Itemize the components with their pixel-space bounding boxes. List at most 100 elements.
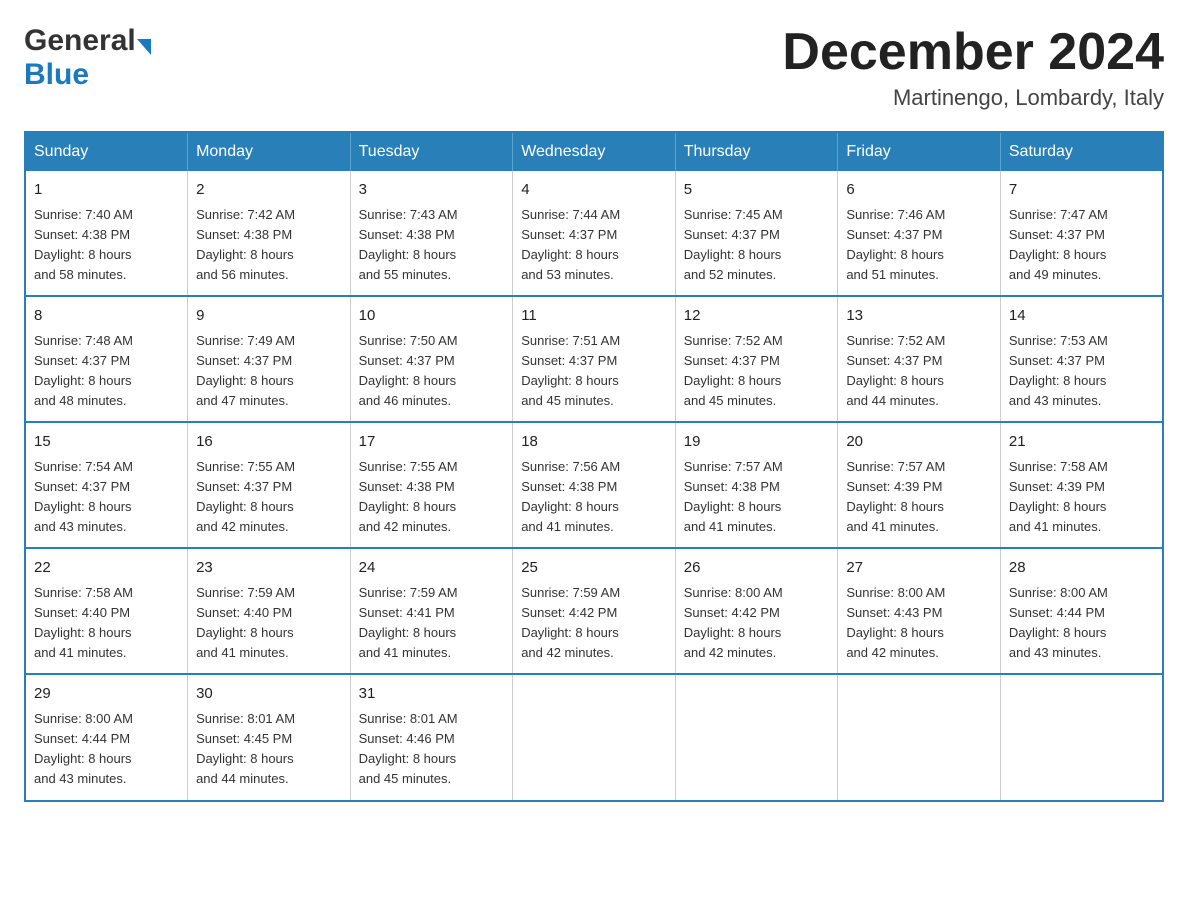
day-info: Sunrise: 7:43 AMSunset: 4:38 PMDaylight:… <box>359 205 505 286</box>
calendar-week-row: 22 Sunrise: 7:58 AMSunset: 4:40 PMDaylig… <box>25 548 1163 674</box>
day-number: 9 <box>196 305 342 328</box>
day-info: Sunrise: 7:45 AMSunset: 4:37 PMDaylight:… <box>684 205 830 286</box>
day-number: 5 <box>684 179 830 202</box>
month-title: December 2024 <box>782 24 1164 81</box>
day-number: 20 <box>846 431 992 454</box>
calendar-week-row: 8 Sunrise: 7:48 AMSunset: 4:37 PMDayligh… <box>25 296 1163 422</box>
day-number: 3 <box>359 179 505 202</box>
day-info: Sunrise: 7:56 AMSunset: 4:38 PMDaylight:… <box>521 457 667 538</box>
calendar-day-cell: 30 Sunrise: 8:01 AMSunset: 4:45 PMDaylig… <box>188 674 351 800</box>
day-number: 2 <box>196 179 342 202</box>
day-number: 8 <box>34 305 179 328</box>
calendar-day-cell: 1 Sunrise: 7:40 AMSunset: 4:38 PMDayligh… <box>25 171 188 296</box>
calendar-day-cell: 19 Sunrise: 7:57 AMSunset: 4:38 PMDaylig… <box>675 422 838 548</box>
day-info: Sunrise: 7:50 AMSunset: 4:37 PMDaylight:… <box>359 331 505 412</box>
calendar-day-cell: 15 Sunrise: 7:54 AMSunset: 4:37 PMDaylig… <box>25 422 188 548</box>
day-info: Sunrise: 7:59 AMSunset: 4:41 PMDaylight:… <box>359 583 505 664</box>
calendar-day-cell: 2 Sunrise: 7:42 AMSunset: 4:38 PMDayligh… <box>188 171 351 296</box>
day-of-week-header: Sunday <box>25 132 188 171</box>
day-number: 11 <box>521 305 667 328</box>
day-number: 23 <box>196 557 342 580</box>
day-info: Sunrise: 7:58 AMSunset: 4:39 PMDaylight:… <box>1009 457 1154 538</box>
day-info: Sunrise: 8:00 AMSunset: 4:42 PMDaylight:… <box>684 583 830 664</box>
day-info: Sunrise: 7:42 AMSunset: 4:38 PMDaylight:… <box>196 205 342 286</box>
day-number: 1 <box>34 179 179 202</box>
calendar-day-cell <box>1000 674 1163 800</box>
day-info: Sunrise: 7:40 AMSunset: 4:38 PMDaylight:… <box>34 205 179 286</box>
day-number: 30 <box>196 683 342 706</box>
day-number: 26 <box>684 557 830 580</box>
day-number: 15 <box>34 431 179 454</box>
day-info: Sunrise: 7:47 AMSunset: 4:37 PMDaylight:… <box>1009 205 1154 286</box>
calendar-header-row: SundayMondayTuesdayWednesdayThursdayFrid… <box>25 132 1163 171</box>
day-number: 22 <box>34 557 179 580</box>
calendar-day-cell: 17 Sunrise: 7:55 AMSunset: 4:38 PMDaylig… <box>350 422 513 548</box>
calendar-day-cell: 12 Sunrise: 7:52 AMSunset: 4:37 PMDaylig… <box>675 296 838 422</box>
calendar-day-cell <box>675 674 838 800</box>
day-of-week-header: Wednesday <box>513 132 676 171</box>
day-number: 4 <box>521 179 667 202</box>
day-info: Sunrise: 7:57 AMSunset: 4:39 PMDaylight:… <box>846 457 992 538</box>
day-info: Sunrise: 8:00 AMSunset: 4:44 PMDaylight:… <box>1009 583 1154 664</box>
calendar-day-cell: 16 Sunrise: 7:55 AMSunset: 4:37 PMDaylig… <box>188 422 351 548</box>
calendar-day-cell: 5 Sunrise: 7:45 AMSunset: 4:37 PMDayligh… <box>675 171 838 296</box>
day-info: Sunrise: 7:58 AMSunset: 4:40 PMDaylight:… <box>34 583 179 664</box>
calendar-day-cell: 7 Sunrise: 7:47 AMSunset: 4:37 PMDayligh… <box>1000 171 1163 296</box>
day-number: 17 <box>359 431 505 454</box>
day-of-week-header: Tuesday <box>350 132 513 171</box>
calendar-day-cell <box>513 674 676 800</box>
calendar-day-cell: 26 Sunrise: 8:00 AMSunset: 4:42 PMDaylig… <box>675 548 838 674</box>
calendar-week-row: 29 Sunrise: 8:00 AMSunset: 4:44 PMDaylig… <box>25 674 1163 800</box>
day-info: Sunrise: 8:01 AMSunset: 4:45 PMDaylight:… <box>196 709 342 790</box>
day-number: 6 <box>846 179 992 202</box>
day-info: Sunrise: 7:44 AMSunset: 4:37 PMDaylight:… <box>521 205 667 286</box>
title-section: December 2024 Martinengo, Lombardy, Ital… <box>782 24 1164 111</box>
day-number: 28 <box>1009 557 1154 580</box>
day-number: 19 <box>684 431 830 454</box>
day-info: Sunrise: 8:00 AMSunset: 4:43 PMDaylight:… <box>846 583 992 664</box>
day-number: 29 <box>34 683 179 706</box>
calendar-day-cell: 18 Sunrise: 7:56 AMSunset: 4:38 PMDaylig… <box>513 422 676 548</box>
calendar-day-cell: 21 Sunrise: 7:58 AMSunset: 4:39 PMDaylig… <box>1000 422 1163 548</box>
day-of-week-header: Saturday <box>1000 132 1163 171</box>
calendar-day-cell: 28 Sunrise: 8:00 AMSunset: 4:44 PMDaylig… <box>1000 548 1163 674</box>
day-number: 31 <box>359 683 505 706</box>
calendar-week-row: 15 Sunrise: 7:54 AMSunset: 4:37 PMDaylig… <box>25 422 1163 548</box>
day-number: 10 <box>359 305 505 328</box>
logo-arrow-icon <box>137 39 151 55</box>
day-info: Sunrise: 7:53 AMSunset: 4:37 PMDaylight:… <box>1009 331 1154 412</box>
day-number: 18 <box>521 431 667 454</box>
logo: General Blue <box>24 24 151 92</box>
logo-blue-text: Blue <box>24 58 89 91</box>
day-info: Sunrise: 7:55 AMSunset: 4:37 PMDaylight:… <box>196 457 342 538</box>
calendar-day-cell: 13 Sunrise: 7:52 AMSunset: 4:37 PMDaylig… <box>838 296 1001 422</box>
calendar-day-cell: 10 Sunrise: 7:50 AMSunset: 4:37 PMDaylig… <box>350 296 513 422</box>
calendar-day-cell: 4 Sunrise: 7:44 AMSunset: 4:37 PMDayligh… <box>513 171 676 296</box>
day-number: 12 <box>684 305 830 328</box>
day-of-week-header: Monday <box>188 132 351 171</box>
day-of-week-header: Friday <box>838 132 1001 171</box>
calendar-day-cell: 31 Sunrise: 8:01 AMSunset: 4:46 PMDaylig… <box>350 674 513 800</box>
calendar-day-cell: 3 Sunrise: 7:43 AMSunset: 4:38 PMDayligh… <box>350 171 513 296</box>
calendar-day-cell: 14 Sunrise: 7:53 AMSunset: 4:37 PMDaylig… <box>1000 296 1163 422</box>
page-header: General Blue December 2024 Martinengo, L… <box>24 24 1164 111</box>
day-info: Sunrise: 7:52 AMSunset: 4:37 PMDaylight:… <box>846 331 992 412</box>
day-info: Sunrise: 7:46 AMSunset: 4:37 PMDaylight:… <box>846 205 992 286</box>
calendar-table: SundayMondayTuesdayWednesdayThursdayFrid… <box>24 131 1164 801</box>
day-info: Sunrise: 7:52 AMSunset: 4:37 PMDaylight:… <box>684 331 830 412</box>
calendar-week-row: 1 Sunrise: 7:40 AMSunset: 4:38 PMDayligh… <box>25 171 1163 296</box>
day-info: Sunrise: 7:51 AMSunset: 4:37 PMDaylight:… <box>521 331 667 412</box>
calendar-day-cell: 9 Sunrise: 7:49 AMSunset: 4:37 PMDayligh… <box>188 296 351 422</box>
day-number: 21 <box>1009 431 1154 454</box>
calendar-day-cell: 11 Sunrise: 7:51 AMSunset: 4:37 PMDaylig… <box>513 296 676 422</box>
calendar-day-cell: 27 Sunrise: 8:00 AMSunset: 4:43 PMDaylig… <box>838 548 1001 674</box>
logo-general-text: General <box>24 24 136 58</box>
calendar-day-cell: 23 Sunrise: 7:59 AMSunset: 4:40 PMDaylig… <box>188 548 351 674</box>
day-number: 7 <box>1009 179 1154 202</box>
day-info: Sunrise: 7:48 AMSunset: 4:37 PMDaylight:… <box>34 331 179 412</box>
calendar-day-cell: 29 Sunrise: 8:00 AMSunset: 4:44 PMDaylig… <box>25 674 188 800</box>
day-number: 14 <box>1009 305 1154 328</box>
calendar-day-cell: 22 Sunrise: 7:58 AMSunset: 4:40 PMDaylig… <box>25 548 188 674</box>
day-number: 27 <box>846 557 992 580</box>
day-info: Sunrise: 7:59 AMSunset: 4:42 PMDaylight:… <box>521 583 667 664</box>
